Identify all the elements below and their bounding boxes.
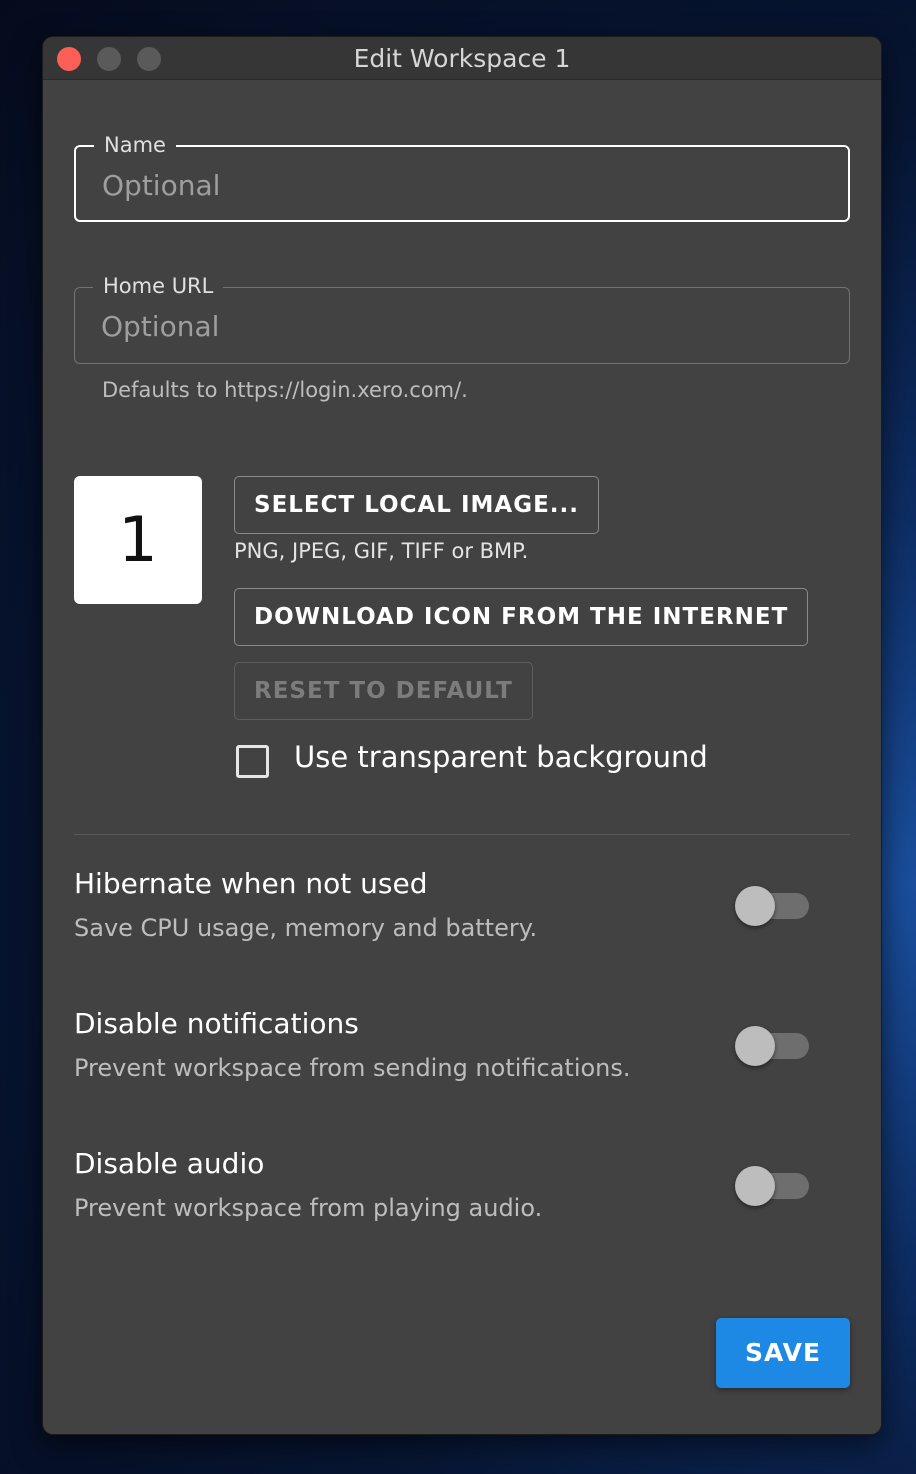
- home-url-field-label: Home URL: [93, 272, 224, 300]
- save-button[interactable]: SAVE: [716, 1318, 850, 1388]
- disable-notifications-description: Prevent workspace from sending notificat…: [74, 1054, 631, 1082]
- home-url-field[interactable]: Home URL: [74, 272, 850, 364]
- workspace-icon-preview: 1: [74, 476, 202, 604]
- toggle-thumb: [735, 1026, 775, 1066]
- toggle-thumb: [735, 1166, 775, 1206]
- disable-notifications-title: Disable notifications: [74, 1007, 359, 1040]
- name-input[interactable]: [102, 167, 822, 203]
- title-bar: Edit Workspace 1: [43, 37, 881, 80]
- window-title: Edit Workspace 1: [353, 44, 571, 73]
- transparent-background-checkbox[interactable]: [236, 745, 269, 778]
- edit-workspace-window: Edit Workspace 1 Name Home URL Defaults …: [43, 37, 881, 1434]
- disable-notifications-toggle[interactable]: [735, 1024, 811, 1066]
- select-local-image-button[interactable]: SELECT LOCAL IMAGE...: [234, 476, 599, 534]
- name-field[interactable]: Name: [74, 131, 850, 222]
- home-url-helper-text: Defaults to https://login.xero.com/.: [102, 378, 468, 402]
- download-icon-button[interactable]: DOWNLOAD ICON FROM THE INTERNET: [234, 588, 809, 646]
- reset-to-default-button[interactable]: RESET TO DEFAULT: [234, 662, 533, 720]
- hibernate-toggle[interactable]: [735, 884, 811, 926]
- toggle-thumb: [735, 886, 775, 926]
- disable-audio-description: Prevent workspace from playing audio.: [74, 1194, 543, 1222]
- home-url-input[interactable]: [101, 308, 821, 344]
- transparent-background-label: Use transparent background: [294, 740, 708, 774]
- section-divider: [74, 834, 850, 835]
- disable-audio-toggle[interactable]: [735, 1164, 811, 1206]
- image-formats-note: PNG, JPEG, GIF, TIFF or BMP.: [234, 539, 529, 563]
- disable-audio-title: Disable audio: [74, 1147, 265, 1180]
- hibernate-description: Save CPU usage, memory and battery.: [74, 914, 538, 942]
- name-field-label: Name: [94, 131, 176, 159]
- hibernate-title: Hibernate when not used: [74, 867, 428, 900]
